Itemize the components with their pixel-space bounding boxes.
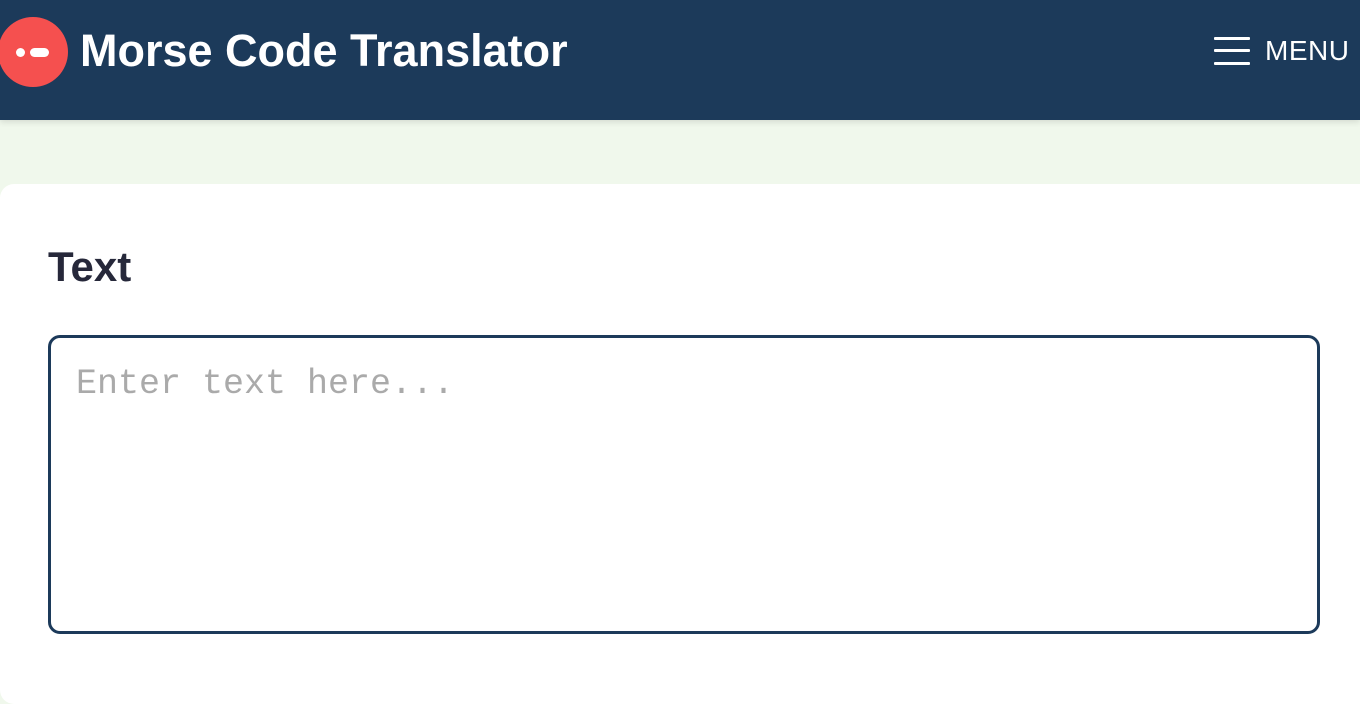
app-header: Morse Code Translator MENU (0, 0, 1360, 120)
text-input[interactable] (48, 335, 1320, 634)
menu-label: MENU (1265, 35, 1350, 66)
menu-button[interactable]: MENU (1210, 28, 1360, 74)
hamburger-icon (1214, 37, 1250, 67)
logo-dot (16, 48, 25, 57)
app-title[interactable]: Morse Code Translator (80, 24, 568, 78)
translator-card: Text (0, 184, 1360, 704)
text-section-label: Text (48, 243, 132, 290)
morse-logo-icon[interactable] (0, 17, 68, 87)
logo-dash (30, 48, 49, 57)
